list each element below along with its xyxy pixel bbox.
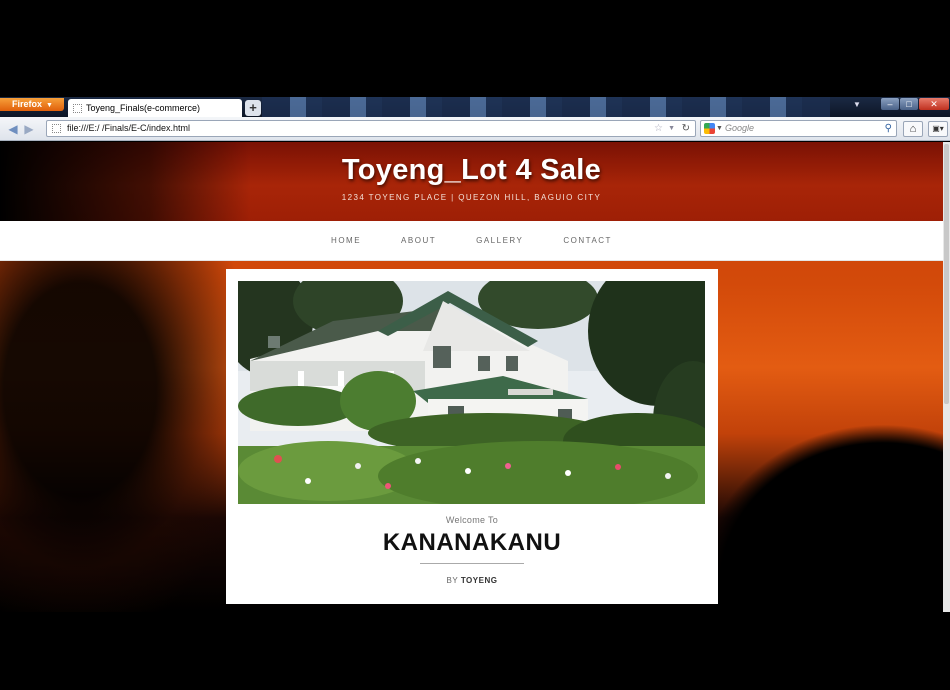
byline-author[interactable]: TOYENG bbox=[461, 576, 498, 585]
page-icon bbox=[52, 124, 61, 133]
byline-label: BY bbox=[446, 576, 459, 585]
nav-gallery-link[interactable]: GALLERY bbox=[476, 221, 523, 261]
post-byline: BY TOYENG bbox=[226, 576, 718, 585]
persona-background bbox=[262, 97, 830, 117]
post-headline[interactable]: KANANAKANU bbox=[226, 529, 718, 557]
forward-icon[interactable]: ▶ bbox=[22, 122, 36, 136]
new-tab-button[interactable]: + bbox=[245, 100, 261, 116]
minimize-icon[interactable]: – bbox=[881, 98, 899, 110]
site-title[interactable]: Toyeng_Lot 4 Sale bbox=[0, 142, 943, 187]
navigation-toolbar: ◀ ▶ file:///E:/ /Finals/E-C/index.html ☆… bbox=[0, 117, 950, 141]
tab-title: Toyeng_Finals(e-commerce) bbox=[86, 103, 201, 113]
search-icon[interactable]: ⚲ bbox=[885, 121, 892, 136]
scrollbar-thumb[interactable] bbox=[944, 144, 949, 404]
chevron-down-icon: ▼ bbox=[46, 102, 53, 109]
search-placeholder: Google bbox=[725, 123, 755, 133]
search-engine-dropdown-icon[interactable]: ▼ bbox=[716, 121, 723, 136]
reload-icon[interactable]: ↻ bbox=[682, 121, 690, 136]
close-icon[interactable]: ✕ bbox=[919, 98, 949, 110]
vertical-scrollbar[interactable] bbox=[943, 142, 950, 612]
nav-home-link[interactable]: HOME bbox=[331, 221, 361, 261]
palm-silhouette bbox=[0, 222, 260, 612]
url-history-dropdown-icon[interactable]: ▼ bbox=[668, 121, 675, 136]
site-navigation: HOME ABOUT GALLERY CONTACT bbox=[0, 221, 943, 261]
site-header: Toyeng_Lot 4 Sale 1234 TOYENG PLACE | QU… bbox=[0, 142, 943, 221]
page-icon bbox=[73, 104, 82, 113]
search-bar[interactable]: ▼ Google ⚲ bbox=[700, 120, 897, 137]
browser-window: Firefox ▼ Toyeng_Finals(e-commerce) + ▼ –… bbox=[0, 97, 950, 612]
page-viewport: Toyeng_Lot 4 Sale 1234 TOYENG PLACE | QU… bbox=[0, 142, 943, 612]
home-icon[interactable]: ⌂ bbox=[903, 121, 923, 137]
nav-about-link[interactable]: ABOUT bbox=[401, 221, 436, 261]
firefox-menu-button[interactable]: Firefox ▼ bbox=[0, 98, 64, 111]
maximize-icon[interactable]: □ bbox=[900, 98, 918, 110]
tab-strip: Firefox ▼ Toyeng_Finals(e-commerce) + ▼ –… bbox=[0, 97, 950, 117]
house-photo[interactable] bbox=[238, 281, 705, 504]
headline-divider bbox=[420, 563, 524, 564]
google-icon[interactable] bbox=[704, 123, 715, 134]
list-all-tabs-icon[interactable]: ▼ bbox=[853, 100, 861, 109]
welcome-text: Welcome To bbox=[445, 515, 499, 525]
tab-current[interactable]: Toyeng_Finals(e-commerce) bbox=[68, 99, 242, 117]
url-text: file:///E:/ /Finals/E-C/index.html bbox=[67, 123, 191, 133]
featured-post-card: Welcome To KANANAKANU BY TOYENG bbox=[226, 269, 718, 604]
nav-contact-link[interactable]: CONTACT bbox=[563, 221, 612, 261]
addon-bar-icon[interactable]: ▣▾ bbox=[928, 121, 948, 137]
site-address: 1234 TOYENG PLACE | QUEZON HILL, BAGUIO … bbox=[341, 193, 602, 202]
back-icon[interactable]: ◀ bbox=[6, 122, 20, 136]
bookmark-star-icon[interactable]: ☆ bbox=[654, 121, 663, 136]
url-bar[interactable]: file:///E:/ /Finals/E-C/index.html ☆ ▼ ↻ bbox=[46, 120, 696, 137]
